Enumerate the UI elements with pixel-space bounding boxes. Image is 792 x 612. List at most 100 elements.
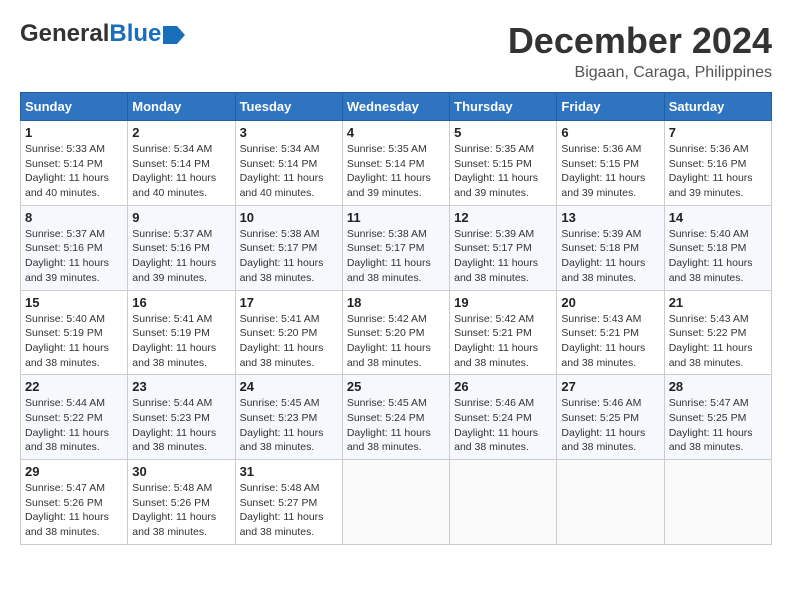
calendar-cell: 15 Sunrise: 5:40 AM Sunset: 5:19 PM Dayl…	[21, 290, 128, 375]
calendar-cell: 29 Sunrise: 5:47 AM Sunset: 5:26 PM Dayl…	[21, 460, 128, 545]
day-number: 15	[25, 295, 123, 310]
calendar-cell: 30 Sunrise: 5:48 AM Sunset: 5:26 PM Dayl…	[128, 460, 235, 545]
day-info: Sunrise: 5:43 AM Sunset: 5:22 PM Dayligh…	[669, 312, 767, 371]
weekday-header-monday: Monday	[128, 93, 235, 121]
calendar-week-row: 15 Sunrise: 5:40 AM Sunset: 5:19 PM Dayl…	[21, 290, 772, 375]
location-title: Bigaan, Caraga, Philippines	[508, 64, 772, 82]
day-info: Sunrise: 5:38 AM Sunset: 5:17 PM Dayligh…	[240, 227, 338, 286]
day-number: 23	[132, 379, 230, 394]
weekday-header-friday: Friday	[557, 93, 664, 121]
day-number: 2	[132, 125, 230, 140]
calendar-cell: 20 Sunrise: 5:43 AM Sunset: 5:21 PM Dayl…	[557, 290, 664, 375]
day-number: 12	[454, 210, 552, 225]
day-info: Sunrise: 5:36 AM Sunset: 5:16 PM Dayligh…	[669, 142, 767, 201]
calendar-cell: 10 Sunrise: 5:38 AM Sunset: 5:17 PM Dayl…	[235, 205, 342, 290]
day-number: 18	[347, 295, 445, 310]
day-number: 29	[25, 464, 123, 479]
day-number: 5	[454, 125, 552, 140]
day-info: Sunrise: 5:44 AM Sunset: 5:22 PM Dayligh…	[25, 396, 123, 455]
calendar-cell: 26 Sunrise: 5:46 AM Sunset: 5:24 PM Dayl…	[450, 375, 557, 460]
day-info: Sunrise: 5:45 AM Sunset: 5:23 PM Dayligh…	[240, 396, 338, 455]
calendar-cell: 19 Sunrise: 5:42 AM Sunset: 5:21 PM Dayl…	[450, 290, 557, 375]
day-number: 4	[347, 125, 445, 140]
day-info: Sunrise: 5:36 AM Sunset: 5:15 PM Dayligh…	[561, 142, 659, 201]
day-info: Sunrise: 5:46 AM Sunset: 5:24 PM Dayligh…	[454, 396, 552, 455]
day-number: 8	[25, 210, 123, 225]
day-number: 27	[561, 379, 659, 394]
day-number: 22	[25, 379, 123, 394]
day-info: Sunrise: 5:33 AM Sunset: 5:14 PM Dayligh…	[25, 142, 123, 201]
day-info: Sunrise: 5:37 AM Sunset: 5:16 PM Dayligh…	[25, 227, 123, 286]
day-number: 25	[347, 379, 445, 394]
day-info: Sunrise: 5:40 AM Sunset: 5:18 PM Dayligh…	[669, 227, 767, 286]
day-info: Sunrise: 5:48 AM Sunset: 5:26 PM Dayligh…	[132, 481, 230, 540]
day-info: Sunrise: 5:39 AM Sunset: 5:17 PM Dayligh…	[454, 227, 552, 286]
day-number: 14	[669, 210, 767, 225]
calendar-week-row: 22 Sunrise: 5:44 AM Sunset: 5:22 PM Dayl…	[21, 375, 772, 460]
calendar-week-row: 1 Sunrise: 5:33 AM Sunset: 5:14 PM Dayli…	[21, 121, 772, 206]
calendar-cell	[664, 460, 771, 545]
calendar-cell: 24 Sunrise: 5:45 AM Sunset: 5:23 PM Dayl…	[235, 375, 342, 460]
day-info: Sunrise: 5:48 AM Sunset: 5:27 PM Dayligh…	[240, 481, 338, 540]
day-info: Sunrise: 5:44 AM Sunset: 5:23 PM Dayligh…	[132, 396, 230, 455]
day-number: 17	[240, 295, 338, 310]
calendar-cell: 31 Sunrise: 5:48 AM Sunset: 5:27 PM Dayl…	[235, 460, 342, 545]
page-header: GeneralBlue December 2024 Bigaan, Caraga…	[20, 20, 772, 82]
calendar-cell	[557, 460, 664, 545]
calendar-cell: 7 Sunrise: 5:36 AM Sunset: 5:16 PM Dayli…	[664, 121, 771, 206]
day-info: Sunrise: 5:47 AM Sunset: 5:25 PM Dayligh…	[669, 396, 767, 455]
day-info: Sunrise: 5:41 AM Sunset: 5:20 PM Dayligh…	[240, 312, 338, 371]
day-info: Sunrise: 5:38 AM Sunset: 5:17 PM Dayligh…	[347, 227, 445, 286]
day-info: Sunrise: 5:37 AM Sunset: 5:16 PM Dayligh…	[132, 227, 230, 286]
weekday-header-saturday: Saturday	[664, 93, 771, 121]
calendar-cell: 21 Sunrise: 5:43 AM Sunset: 5:22 PM Dayl…	[664, 290, 771, 375]
weekday-header-thursday: Thursday	[450, 93, 557, 121]
day-info: Sunrise: 5:40 AM Sunset: 5:19 PM Dayligh…	[25, 312, 123, 371]
calendar-cell: 6 Sunrise: 5:36 AM Sunset: 5:15 PM Dayli…	[557, 121, 664, 206]
day-number: 3	[240, 125, 338, 140]
day-number: 16	[132, 295, 230, 310]
calendar-cell: 13 Sunrise: 5:39 AM Sunset: 5:18 PM Dayl…	[557, 205, 664, 290]
calendar-cell: 11 Sunrise: 5:38 AM Sunset: 5:17 PM Dayl…	[342, 205, 449, 290]
day-info: Sunrise: 5:35 AM Sunset: 5:14 PM Dayligh…	[347, 142, 445, 201]
day-info: Sunrise: 5:47 AM Sunset: 5:26 PM Dayligh…	[25, 481, 123, 540]
day-number: 1	[25, 125, 123, 140]
day-number: 13	[561, 210, 659, 225]
calendar-cell: 4 Sunrise: 5:35 AM Sunset: 5:14 PM Dayli…	[342, 121, 449, 206]
day-info: Sunrise: 5:42 AM Sunset: 5:20 PM Dayligh…	[347, 312, 445, 371]
calendar-cell: 9 Sunrise: 5:37 AM Sunset: 5:16 PM Dayli…	[128, 205, 235, 290]
calendar-cell: 1 Sunrise: 5:33 AM Sunset: 5:14 PM Dayli…	[21, 121, 128, 206]
weekday-header-row: SundayMondayTuesdayWednesdayThursdayFrid…	[21, 93, 772, 121]
calendar-cell: 18 Sunrise: 5:42 AM Sunset: 5:20 PM Dayl…	[342, 290, 449, 375]
calendar-cell: 28 Sunrise: 5:47 AM Sunset: 5:25 PM Dayl…	[664, 375, 771, 460]
day-number: 31	[240, 464, 338, 479]
day-number: 28	[669, 379, 767, 394]
day-info: Sunrise: 5:43 AM Sunset: 5:21 PM Dayligh…	[561, 312, 659, 371]
calendar-cell: 25 Sunrise: 5:45 AM Sunset: 5:24 PM Dayl…	[342, 375, 449, 460]
weekday-header-wednesday: Wednesday	[342, 93, 449, 121]
calendar-cell: 5 Sunrise: 5:35 AM Sunset: 5:15 PM Dayli…	[450, 121, 557, 206]
calendar-week-row: 29 Sunrise: 5:47 AM Sunset: 5:26 PM Dayl…	[21, 460, 772, 545]
calendar-cell: 27 Sunrise: 5:46 AM Sunset: 5:25 PM Dayl…	[557, 375, 664, 460]
logo-arrow-icon	[163, 26, 185, 44]
day-info: Sunrise: 5:34 AM Sunset: 5:14 PM Dayligh…	[132, 142, 230, 201]
day-number: 9	[132, 210, 230, 225]
day-number: 6	[561, 125, 659, 140]
day-info: Sunrise: 5:34 AM Sunset: 5:14 PM Dayligh…	[240, 142, 338, 201]
day-number: 19	[454, 295, 552, 310]
calendar-cell: 14 Sunrise: 5:40 AM Sunset: 5:18 PM Dayl…	[664, 205, 771, 290]
calendar-cell: 2 Sunrise: 5:34 AM Sunset: 5:14 PM Dayli…	[128, 121, 235, 206]
calendar-cell: 12 Sunrise: 5:39 AM Sunset: 5:17 PM Dayl…	[450, 205, 557, 290]
calendar-week-row: 8 Sunrise: 5:37 AM Sunset: 5:16 PM Dayli…	[21, 205, 772, 290]
weekday-header-tuesday: Tuesday	[235, 93, 342, 121]
month-title: December 2024	[508, 20, 772, 62]
calendar-cell: 3 Sunrise: 5:34 AM Sunset: 5:14 PM Dayli…	[235, 121, 342, 206]
day-number: 26	[454, 379, 552, 394]
day-number: 21	[669, 295, 767, 310]
calendar-cell	[450, 460, 557, 545]
day-info: Sunrise: 5:41 AM Sunset: 5:19 PM Dayligh…	[132, 312, 230, 371]
weekday-header-sunday: Sunday	[21, 93, 128, 121]
day-number: 30	[132, 464, 230, 479]
day-number: 24	[240, 379, 338, 394]
calendar-cell: 23 Sunrise: 5:44 AM Sunset: 5:23 PM Dayl…	[128, 375, 235, 460]
